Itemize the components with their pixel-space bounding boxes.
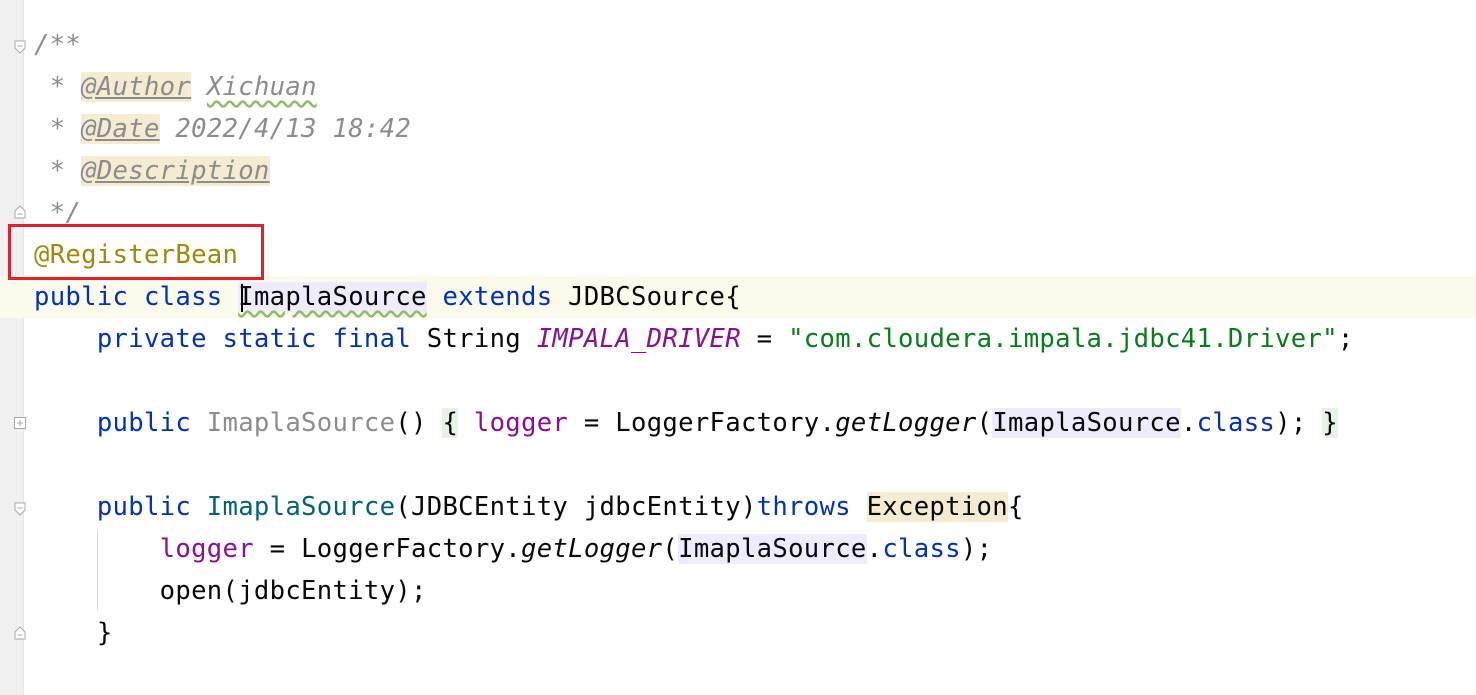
code-token: ImaplaSource — [678, 534, 867, 564]
code-token: ( — [662, 534, 679, 564]
code-token: public — [34, 492, 207, 522]
code-token: logger — [159, 534, 254, 564]
code-token: @Description — [81, 156, 270, 186]
code-token: String — [426, 324, 537, 354]
editor-gutter — [0, 0, 24, 695]
code-token: final — [332, 324, 427, 354]
code-line[interactable]: * @Date 2022/4/13 18:42 — [34, 108, 1354, 150]
code-token: class — [882, 534, 961, 564]
code-token: getLogger — [835, 408, 977, 438]
code-line[interactable]: /** — [34, 24, 1354, 66]
code-token: JDBCSource{ — [568, 282, 741, 312]
code-token: ); — [960, 534, 993, 564]
code-line[interactable]: * @Description — [34, 150, 1354, 192]
code-token: { — [442, 408, 459, 438]
code-token: ImaplaSource — [206, 408, 396, 438]
code-token: ImaplaSource — [206, 492, 396, 522]
code-token: getLogger — [521, 534, 663, 564]
code-token: public — [34, 408, 207, 438]
code-token: static — [222, 324, 333, 354]
code-token: /** — [34, 30, 82, 60]
fold-collapse-icon[interactable] — [13, 40, 27, 54]
code-token: } — [34, 618, 113, 648]
fold-end-icon[interactable] — [13, 205, 27, 219]
code-token: open(jdbcEntity); — [34, 576, 427, 606]
code-token: throws — [756, 492, 867, 522]
code-line[interactable]: * @Author Xichuan — [34, 66, 1354, 108]
code-token: . — [866, 534, 883, 564]
code-token: ImaplaSource — [238, 282, 427, 312]
code-line[interactable]: public class ImaplaSource extends JDBCSo… — [34, 276, 1354, 318]
code-token: = LoggerFactory. — [568, 408, 836, 438]
code-line[interactable]: public ImaplaSource() { logger = LoggerF… — [34, 402, 1354, 444]
code-token: IMPALA_DRIVER — [536, 324, 741, 354]
code-token: ( — [976, 408, 993, 438]
code-token: logger — [473, 408, 569, 438]
code-line[interactable]: private static final String IMPALA_DRIVE… — [34, 318, 1354, 360]
code-token: { — [1007, 492, 1024, 522]
code-token: 2022/4/13 18:42 — [159, 114, 412, 144]
code-token: * — [34, 72, 82, 102]
code-token: "com.cloudera.impala.jdbc41.Driver" — [788, 324, 1338, 354]
code-line[interactable] — [34, 360, 1354, 402]
code-token: class — [143, 282, 239, 312]
code-token: } — [1322, 408, 1338, 438]
code-token: @Date — [81, 114, 160, 144]
code-editor[interactable]: /** * @Author Xichuan * @Date 2022/4/13 … — [34, 24, 1354, 654]
code-token: * — [34, 156, 82, 186]
code-token: . — [1180, 408, 1197, 438]
code-token: = — [740, 324, 789, 354]
fold-collapse-icon[interactable] — [13, 502, 27, 516]
code-token: ); — [1275, 408, 1323, 438]
code-token: () — [395, 408, 443, 438]
code-line[interactable]: open(jdbcEntity); — [34, 570, 1354, 612]
code-token: ImaplaSource — [992, 408, 1181, 438]
code-line[interactable]: logger = LoggerFactory.getLogger(ImaplaS… — [34, 528, 1354, 570]
code-token: (JDBCEntity jdbcEntity) — [395, 492, 757, 522]
code-token: class — [1196, 408, 1276, 438]
fold-expand-icon[interactable] — [13, 416, 27, 430]
fold-end-icon[interactable] — [13, 626, 27, 640]
annotation-highlight-box — [8, 224, 264, 280]
code-token: private — [34, 324, 223, 354]
code-line[interactable] — [34, 444, 1354, 486]
code-line[interactable]: public ImaplaSource(JDBCEntity jdbcEntit… — [34, 486, 1354, 528]
code-token: ; — [1337, 324, 1354, 354]
code-token: Xichuan — [206, 72, 317, 102]
text-caret — [241, 284, 243, 312]
code-token: = LoggerFactory. — [253, 534, 521, 564]
code-token: Exception — [866, 492, 1008, 522]
code-token: @Author — [81, 72, 192, 102]
code-token: extends — [426, 282, 569, 312]
code-line[interactable]: } — [34, 612, 1354, 654]
code-token: * — [34, 114, 82, 144]
code-token: public — [34, 282, 144, 312]
